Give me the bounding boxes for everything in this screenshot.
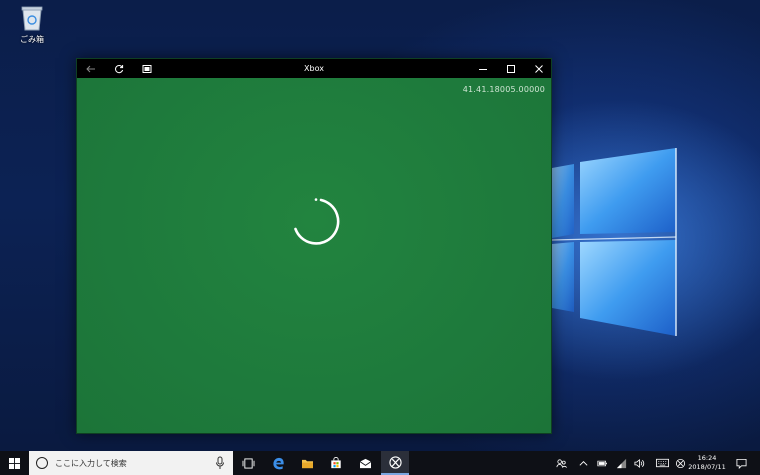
notification-icon <box>736 458 746 469</box>
search-box[interactable]: ここに入力して検索 <box>29 451 233 475</box>
back-arrow-icon <box>86 65 95 72</box>
xbox-icon <box>388 455 402 469</box>
refresh-icon <box>115 64 124 73</box>
touch-keyboard-button[interactable] <box>652 451 672 475</box>
close-button[interactable] <box>525 59 553 78</box>
snapshot-button[interactable] <box>133 59 161 78</box>
maximize-button[interactable] <box>497 59 525 78</box>
network-icon <box>616 458 626 468</box>
start-button[interactable] <box>0 451 28 475</box>
app-version: 41.41.18005.00000 <box>462 85 545 94</box>
minimize-icon <box>479 68 487 70</box>
microphone-icon[interactable] <box>214 456 226 470</box>
search-placeholder: ここに入力して検索 <box>55 458 127 468</box>
maximize-icon <box>507 64 515 73</box>
chevron-up-icon <box>579 460 587 466</box>
taskbar-clock[interactable]: 16:24 2018/07/11 <box>687 451 727 475</box>
clock-time: 16:24 <box>697 454 717 462</box>
windows-logo-wallpaper <box>551 140 760 340</box>
volume-icon <box>634 458 644 468</box>
start-icon <box>8 457 20 469</box>
clock-date: 2018/07/11 <box>688 463 726 471</box>
keyboard-icon <box>655 458 669 468</box>
minimize-button[interactable] <box>469 59 497 78</box>
close-icon <box>535 64 543 73</box>
cortana-icon <box>36 457 48 469</box>
snapshot-icon <box>142 64 152 73</box>
recycle-bin-shortcut[interactable]: ごみ箱 <box>12 4 52 50</box>
task-view-icon <box>242 457 254 469</box>
ime-button[interactable] <box>673 451 687 475</box>
xbox-taskbar-button[interactable] <box>381 451 409 475</box>
mail-icon <box>359 458 371 468</box>
edge-button[interactable] <box>265 451 291 475</box>
edge-icon <box>272 457 284 469</box>
recycle-bin-label: ごみ箱 <box>20 35 44 44</box>
store-button[interactable] <box>323 451 349 475</box>
refresh-button[interactable] <box>105 59 133 78</box>
action-center-button[interactable] <box>730 451 752 475</box>
window-titlebar[interactable]: Xbox <box>77 59 551 78</box>
file-explorer-icon <box>301 459 313 468</box>
volume-button[interactable] <box>631 451 647 475</box>
battery-button[interactable] <box>594 451 610 475</box>
file-explorer-button[interactable] <box>294 451 320 475</box>
ime-icon <box>675 458 685 468</box>
show-hidden-icons-button[interactable] <box>575 451 591 475</box>
loading-spinner <box>290 196 340 246</box>
store-icon <box>331 457 341 469</box>
back-button[interactable] <box>77 59 105 78</box>
people-icon <box>556 458 567 468</box>
task-view-button[interactable] <box>236 451 260 475</box>
xbox-app-window: Xbox 41.41.18005.00000 <box>76 58 552 434</box>
taskbar: ここに入力して検索 16:24 2018/07/11 <box>0 451 760 475</box>
mail-button[interactable] <box>352 451 378 475</box>
network-button[interactable] <box>613 451 629 475</box>
app-content: 41.41.18005.00000 <box>77 78 551 433</box>
people-button[interactable] <box>553 451 569 475</box>
battery-icon <box>596 460 607 466</box>
recycle-bin-icon <box>20 4 44 32</box>
